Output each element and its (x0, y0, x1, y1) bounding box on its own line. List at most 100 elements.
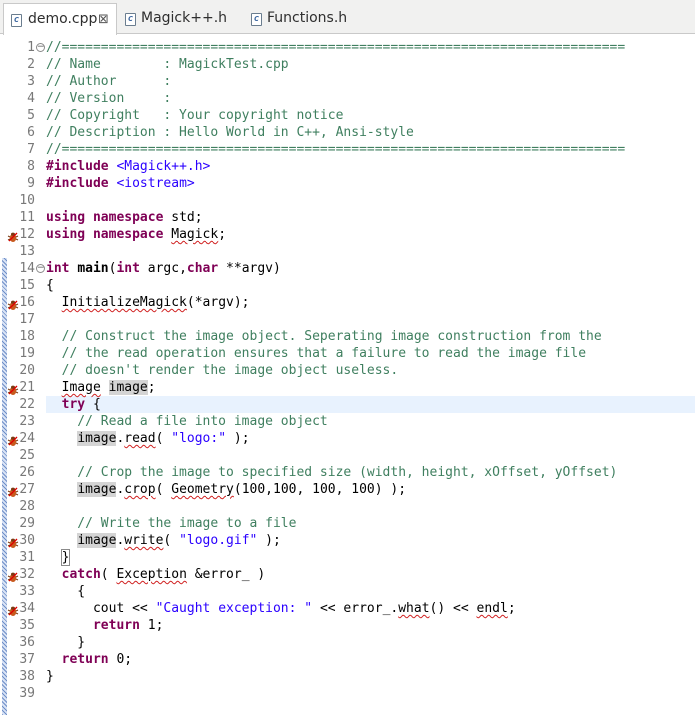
code-token: int (116, 261, 140, 276)
code-line: // Copyright : Your copyright notice (46, 107, 343, 124)
code-line: // Construct the image object. Seperatin… (46, 328, 602, 345)
code-line: #include <iostream> (46, 175, 195, 192)
c-source-file-icon: c (11, 14, 22, 27)
code-token: ( (100, 567, 117, 582)
code-line: //======================================… (46, 39, 625, 56)
line-number: 38 (19, 669, 35, 684)
code-token: } (60, 549, 71, 566)
code-line: int main(int argc,char **argv) (46, 260, 281, 277)
code-token: ( (163, 533, 180, 548)
code-token: // Construct the image object. Seperatin… (46, 329, 602, 344)
code-token: std; (163, 210, 203, 225)
line-number: 28 (19, 499, 35, 514)
code-token: ( (155, 482, 172, 497)
code-token: ); (257, 533, 281, 548)
code-token: #include (46, 176, 109, 191)
code-line: InitializeMagick(*argv); (46, 294, 250, 311)
code-token: ; (218, 227, 227, 242)
line-number: 7 (27, 142, 35, 157)
code-line: // Write the image to a file (46, 515, 296, 532)
code-token: // Copyright : Your copyright notice (46, 108, 344, 123)
code-editor[interactable]: 1−2 3 4 5 6 7 8 9 10 11 12 13 14−15 16 17 18 19 20 21 22 23 2… (0, 35, 695, 715)
current-line-highlight (46, 396, 695, 413)
code-token: "Caught exception: " (155, 601, 313, 616)
code-token: Exception (116, 567, 187, 582)
error-marker-icon[interactable] (7, 568, 19, 582)
line-number: 33 (19, 584, 35, 599)
line-number: 15 (19, 278, 35, 293)
error-marker-icon[interactable] (7, 228, 19, 242)
error-marker-icon[interactable] (7, 483, 19, 497)
tab-functions-h[interactable]: c Functions.h (244, 3, 364, 34)
code-token: // Crop the image to specified size (wid… (46, 465, 618, 480)
code-token: namespace (92, 227, 164, 242)
code-line: } (46, 549, 71, 566)
code-token: // Write the image to a file (46, 516, 297, 531)
error-marker-icon[interactable] (7, 534, 19, 548)
code-line: using namespace Magick; (46, 226, 226, 243)
line-number: 6 (27, 125, 35, 140)
code-token: (*argv); (186, 295, 250, 310)
code-line: image.read( "logo:" ); (46, 430, 250, 447)
code-token: argc, (139, 261, 187, 276)
line-number: 37 (19, 652, 35, 667)
code-line: return 1; (46, 617, 163, 634)
tab-demo-cpp[interactable]: c demo.cpp ⊠ (3, 3, 117, 35)
code-token: // the read operation ensures that a fai… (46, 346, 587, 361)
code-token: char (186, 261, 219, 276)
code-token: // Author : (46, 74, 172, 89)
code-line: using namespace std; (46, 209, 203, 226)
code-token: return (92, 618, 140, 633)
error-marker-icon[interactable] (7, 296, 19, 310)
line-number: 4 (27, 91, 35, 106)
code-line: // Version : (46, 90, 171, 107)
code-token: using (46, 227, 86, 242)
code-token: () << (429, 601, 477, 616)
code-token: image (108, 380, 148, 395)
code-line: #include <Magick++.h> (46, 158, 210, 175)
code-token: // Name : MagickTest.cpp (46, 57, 289, 72)
code-token: <Magick++.h> (116, 159, 211, 174)
code-token: // Read a file into image object (46, 414, 328, 429)
fold-toggle-icon[interactable]: − (36, 264, 45, 273)
code-line: // Name : MagickTest.cpp (46, 56, 289, 73)
code-token: **argv) (218, 261, 281, 276)
code-line: { (46, 583, 85, 600)
code-token: //======================================… (46, 142, 626, 157)
code-token: } (46, 669, 54, 684)
tab-magick-h[interactable]: c Magick++.h (118, 3, 240, 34)
fold-toggle-icon[interactable]: − (36, 43, 45, 52)
code-token: #include (46, 159, 109, 174)
tab-label: Magick++.h (141, 10, 228, 26)
code-token: crop (124, 482, 156, 497)
code-token: ( (155, 431, 172, 446)
code-token: ; (147, 380, 156, 395)
line-number: 9 (27, 176, 35, 191)
c-header-file-icon: c (251, 13, 262, 26)
code-token: image (77, 533, 117, 548)
error-marker-icon[interactable] (7, 432, 19, 446)
code-line: } (46, 668, 54, 685)
line-number: 19 (19, 346, 35, 361)
code-line: // doesn't render the image object usele… (46, 362, 399, 379)
close-tab-icon[interactable]: ⊠ (98, 4, 109, 35)
overview-ruler (0, 35, 7, 715)
code-token: << error_. (312, 601, 399, 616)
code-token: "logo:" (171, 431, 227, 446)
code-token: catch (61, 567, 101, 582)
line-number: 39 (19, 686, 35, 701)
code-token: endl (476, 601, 508, 616)
line-number: 5 (27, 108, 35, 123)
error-marker-icon[interactable] (7, 381, 19, 395)
editor-tab-bar: c demo.cpp ⊠ c Magick++.h c Functions.h (0, 0, 695, 35)
line-number: 14 (19, 261, 35, 276)
code-line: // the read operation ensures that a fai… (46, 345, 586, 362)
code-token: (100,100, 100, 100) ); (233, 482, 407, 497)
code-token: what (398, 601, 430, 616)
error-marker-icon[interactable] (7, 602, 19, 616)
code-token: // doesn't render the image object usele… (46, 363, 399, 378)
